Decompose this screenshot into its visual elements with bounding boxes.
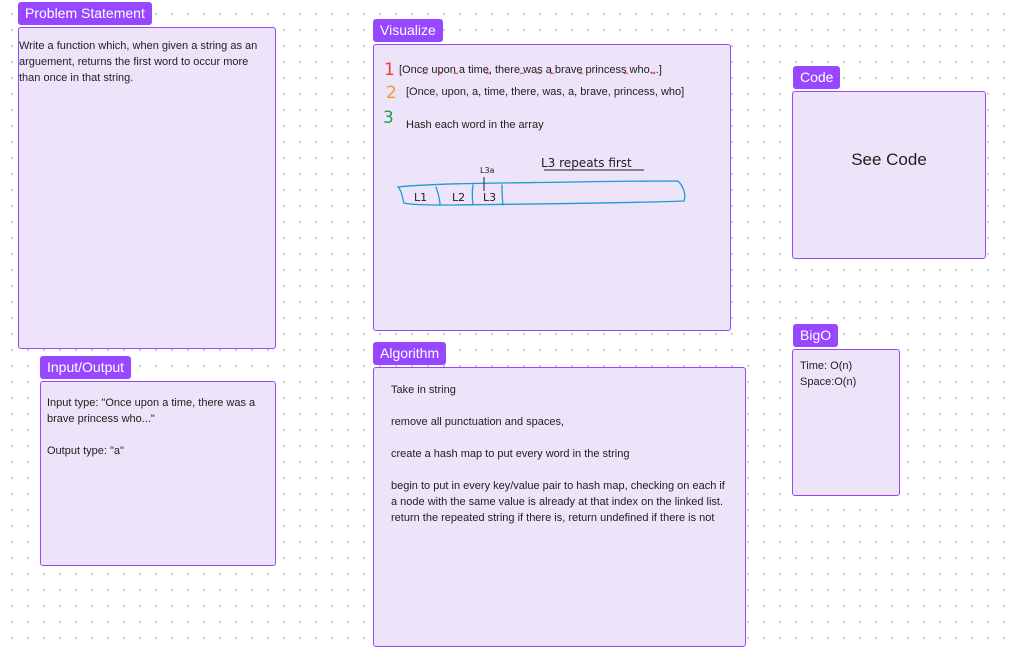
bigo-tag[interactable]: BigO <box>793 324 839 347</box>
sketch-cell-3: L3 <box>483 191 496 204</box>
sketch-divider-3 <box>501 184 504 206</box>
see-code-text: See Code <box>851 150 927 169</box>
sketch-outline <box>396 180 686 206</box>
sketch-divider-2 <box>471 184 474 206</box>
time-complexity-text: Time: O(n) <box>800 360 853 372</box>
sketch-note: L3 repeats first <box>541 156 632 170</box>
problem-statement-card[interactable]: Write a function which, when given a str… <box>18 27 276 349</box>
linked-list-sketch: L1 L2 L3 L3a L3 repeats first <box>396 156 686 206</box>
algorithm-step-4: begin to put in every key/value pair to … <box>391 480 725 524</box>
bigo-card[interactable]: Time: O(n) Space:O(n) <box>792 349 900 496</box>
squiggle-marks <box>422 72 656 75</box>
step-3-text: Hash each word in the array <box>406 119 544 131</box>
visualize-tag[interactable]: Visualize <box>373 19 443 42</box>
code-tag[interactable]: Code <box>793 66 841 89</box>
input-output-card[interactable]: Input type: "Once upon a time, there was… <box>40 381 276 566</box>
problem-statement-tag[interactable]: Problem Statement <box>18 2 152 25</box>
problem-statement-text: Write a function which, when given a str… <box>19 40 258 84</box>
step-3-number: 3 <box>383 108 394 128</box>
algorithm-card[interactable]: Take in string remove all punctuation an… <box>373 367 746 647</box>
sketch-small-label: L3a <box>480 166 495 175</box>
output-type-text: Output type: "a" <box>47 445 124 457</box>
space-complexity-text: Space:O(n) <box>800 376 857 388</box>
algorithm-body: Take in string remove all punctuation an… <box>391 382 727 542</box>
algorithm-step-2: remove all punctuation and spaces, <box>391 416 565 428</box>
algorithm-tag[interactable]: Algorithm <box>373 342 447 365</box>
sketch-cell-1: L1 <box>414 191 427 204</box>
algorithm-step-1: Take in string <box>391 384 456 396</box>
sketch-divider-1 <box>435 186 441 206</box>
sketch-cell-2: L2 <box>452 191 465 204</box>
code-card[interactable]: See Code <box>792 91 986 259</box>
visualize-card[interactable]: 1 [Once upon a time, there was a brave p… <box>373 44 731 331</box>
algorithm-step-3: create a hash map to put every word in t… <box>391 448 630 460</box>
input-type-text: Input type: "Once upon a time, there was… <box>47 397 256 425</box>
input-output-tag[interactable]: Input/Output <box>40 356 132 379</box>
